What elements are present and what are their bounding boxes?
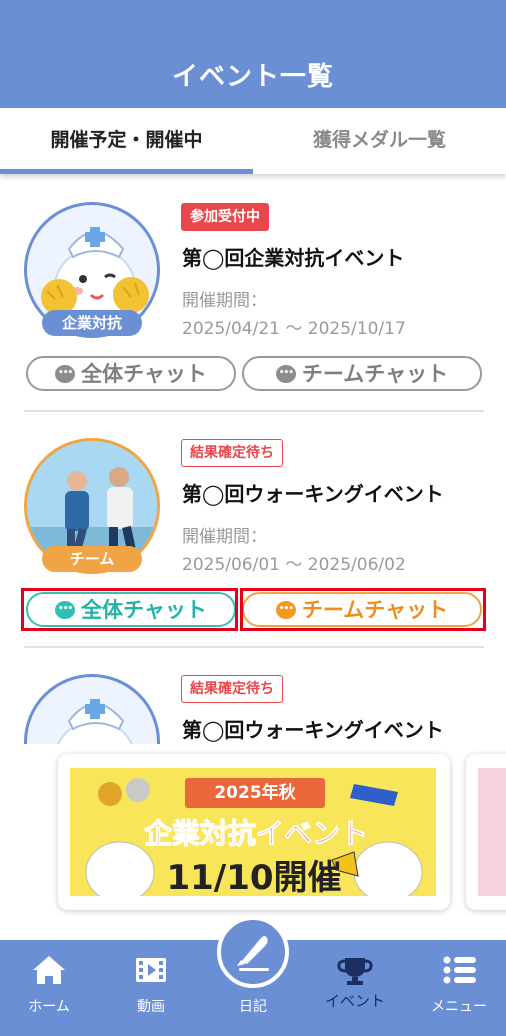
banner-headline: 企業対抗イベント [143, 817, 368, 851]
nav-video-label: 動画 [137, 999, 165, 1015]
event-title: 第◯回ウォーキングイベント [182, 482, 444, 506]
next-banner-image [478, 768, 506, 896]
status-badge: 結果確定待ち [181, 675, 283, 703]
event-thumbnail [24, 674, 160, 744]
nav-diary[interactable] [217, 916, 289, 988]
team-chat-button[interactable]: チームチャット [242, 356, 482, 391]
pen-icon [237, 936, 269, 971]
status-badge: 参加受付中 [181, 203, 269, 231]
nav-video[interactable]: 動画 [106, 940, 196, 1036]
promo-banner[interactable]: 2025年秋 企業対抗イベント 11/10開催 [58, 754, 450, 910]
event-title: 第◯回企業対抗イベント [182, 246, 405, 270]
nav-home[interactable]: ホーム [4, 940, 94, 1036]
status-badge: 結果確定待ち [181, 439, 283, 467]
app-header: イベント一覧 [0, 0, 506, 108]
nav-menu-label: メニュー [431, 999, 487, 1015]
trophy-icon [337, 958, 373, 985]
banner-date: 11/10開催 [166, 858, 342, 896]
event-card[interactable]: 結果確定待ち 第◯回ウォーキングイベント [0, 674, 506, 744]
tab-medals[interactable]: 獲得メダル一覧 [253, 108, 506, 174]
team-chat-label: チームチャット [301, 362, 449, 386]
event-divider [24, 646, 484, 648]
event-card[interactable]: 企業対抗 参加受付中 第◯回企業対抗イベント 開催期間： 2025/04/21 … [0, 202, 506, 438]
event-divider [24, 410, 484, 412]
tab-upcoming-ongoing[interactable]: 開催予定・開催中 [0, 108, 253, 174]
promo-banner-image: 2025年秋 企業対抗イベント 11/10開催 [70, 768, 436, 896]
chat-bubble-icon [275, 357, 296, 389]
period-value: 2025/04/21 〜 2025/10/17 [182, 319, 406, 339]
event-card[interactable]: チーム 結果確定待ち 第◯回ウォーキングイベント 開催期間： 2025/06/0… [0, 438, 506, 674]
highlight-frame [21, 588, 238, 631]
event-title: 第◯回ウォーキングイベント [182, 718, 444, 742]
page-title: イベント一覧 [171, 62, 334, 92]
tab-bar: 開催予定・開催中 獲得メダル一覧 [0, 108, 506, 174]
all-chat-button[interactable]: 全体チャット [26, 356, 236, 391]
period-value: 2025/06/01 〜 2025/06/02 [182, 555, 406, 575]
video-icon [136, 958, 166, 982]
chat-bubble-icon [55, 357, 76, 389]
nav-home-label: ホーム [28, 999, 70, 1015]
event-type-tag: チーム [42, 546, 142, 572]
all-chat-label: 全体チャット [81, 362, 207, 386]
active-tab-indicator [0, 169, 253, 174]
banner-ribbon: 2025年秋 [185, 778, 325, 808]
home-icon [33, 956, 65, 984]
event-type-tag: 企業対抗 [42, 310, 142, 336]
mascot-image [57, 699, 133, 744]
nav-event[interactable]: イベント [310, 940, 400, 1036]
menu-icon [443, 956, 476, 984]
nav-menu[interactable]: メニュー [414, 940, 504, 1036]
highlight-frame [240, 588, 486, 631]
nav-diary-label: 日記 [239, 999, 267, 1015]
next-banner[interactable] [466, 754, 506, 910]
period-label: 開催期間： [182, 527, 267, 547]
nav-event-label: イベント [324, 992, 385, 1010]
period-label: 開催期間： [182, 291, 267, 311]
